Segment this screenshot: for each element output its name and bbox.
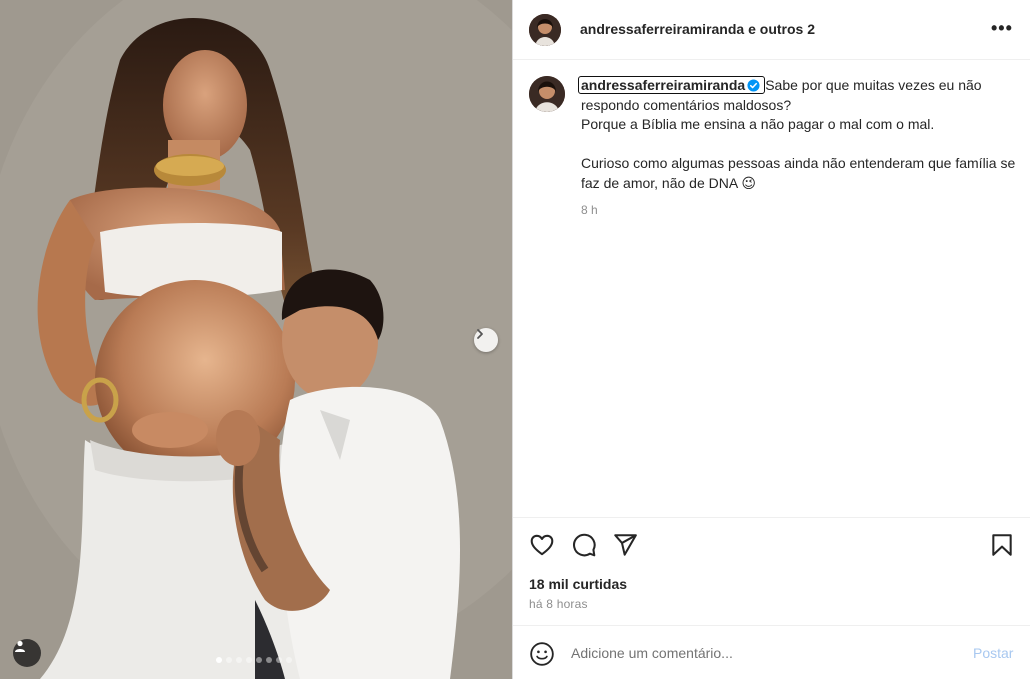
heart-icon — [530, 534, 554, 556]
chevron-right-icon — [477, 329, 483, 339]
save-button[interactable] — [989, 532, 1015, 558]
carousel-dot — [226, 657, 232, 663]
user-tag-icon — [15, 640, 25, 652]
caption-text: andressaferreiramiranda Sabe por que muit… — [578, 76, 1021, 221]
coauthors-link[interactable]: e outros 2 — [748, 21, 815, 37]
carousel-dot — [246, 657, 252, 663]
carousel-indicator — [216, 657, 292, 663]
caption-line-3: Curioso como algumas pessoas ainda não e… — [581, 155, 1016, 191]
instagram-post-modal: andressaferreiramiranda e outros 2 ••• a… — [0, 0, 1030, 679]
post-header: andressaferreiramiranda e outros 2 ••• — [513, 0, 1030, 60]
emoji-icon — [530, 642, 554, 666]
carousel-dot — [256, 657, 262, 663]
author-avatar[interactable] — [529, 14, 561, 46]
like-button[interactable] — [529, 532, 555, 558]
caption-avatar[interactable] — [529, 76, 565, 112]
author-username-link[interactable]: andressaferreiramiranda — [580, 21, 744, 37]
photo-illustration — [0, 0, 512, 679]
caption-username-link[interactable]: andressaferreiramiranda — [578, 76, 766, 94]
post-actions: 18 mil curtidas há 8 horas — [513, 517, 1030, 625]
carousel-dot — [266, 657, 272, 663]
caption-timestamp[interactable]: 8 h — [581, 201, 1021, 221]
post-side-panel: andressaferreiramiranda e outros 2 ••• a… — [512, 0, 1030, 679]
caption-username[interactable]: andressaferreiramiranda — [581, 77, 745, 93]
comment-button[interactable] — [571, 532, 597, 558]
tagged-users-button[interactable] — [13, 639, 41, 667]
carousel-dot — [236, 657, 242, 663]
avatar-image — [529, 14, 561, 46]
avatar-image — [529, 76, 565, 112]
caption-line-2: Porque a Bíblia me ensina a não pagar o … — [581, 116, 935, 132]
comment-icon — [573, 533, 596, 557]
add-comment-bar: Postar — [513, 625, 1030, 679]
post-comment-button[interactable]: Postar — [973, 645, 1013, 661]
bookmark-icon — [992, 534, 1012, 556]
next-slide-button[interactable] — [474, 328, 498, 352]
verified-badge-icon — [747, 79, 760, 92]
author-line: andressaferreiramiranda e outros 2 — [580, 21, 815, 37]
share-icon — [614, 534, 637, 556]
carousel-dot — [286, 657, 292, 663]
likes-count[interactable]: 18 mil curtidas — [529, 576, 627, 592]
carousel-dot — [276, 657, 282, 663]
post-photo[interactable] — [0, 0, 512, 679]
share-button[interactable] — [612, 532, 638, 558]
more-options-button[interactable]: ••• — [991, 18, 1013, 39]
post-age[interactable]: há 8 horas — [529, 597, 588, 611]
comment-input[interactable] — [571, 642, 951, 664]
emoji-picker-button[interactable] — [529, 641, 555, 667]
carousel-dot — [216, 657, 222, 663]
